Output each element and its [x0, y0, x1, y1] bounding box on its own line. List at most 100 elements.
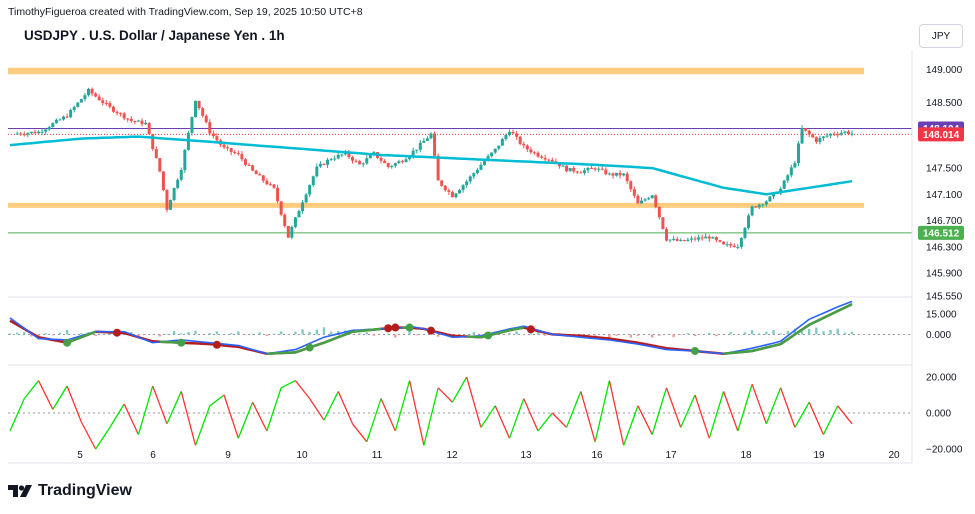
candle: [461, 185, 465, 190]
candle: [97, 96, 101, 101]
macd-histogram-bar: [843, 332, 847, 335]
candle: [536, 152, 540, 157]
macd-cross-marker: [391, 323, 400, 332]
candle: [229, 148, 233, 152]
macd-histogram-bar: [651, 334, 654, 338]
candle: [326, 159, 330, 165]
oscillator-tick-label: 0.000: [926, 409, 951, 420]
macd-cross-marker: [405, 323, 414, 332]
candle: [561, 165, 565, 167]
candle: [158, 158, 162, 172]
candle: [101, 100, 105, 103]
candle: [597, 168, 601, 170]
candle: [829, 133, 833, 136]
macd-histogram-bar: [329, 331, 333, 335]
macd-cross-marker: [305, 343, 314, 352]
price-tick-label: 149.000: [926, 65, 963, 76]
macd-histogram-bar: [408, 331, 411, 335]
candle: [65, 116, 69, 118]
oscillator-segment: [394, 380, 411, 432]
candle: [825, 135, 829, 137]
candle: [340, 154, 344, 156]
candle: [754, 206, 758, 208]
candle: [201, 108, 205, 116]
candle: [804, 128, 808, 131]
macd-cross-marker: [691, 346, 700, 355]
candle: [79, 99, 83, 103]
price-tick-label: 148.500: [926, 98, 963, 109]
candle: [493, 148, 497, 153]
tradingview-logo[interactable]: TradingView: [8, 482, 132, 500]
candle: [550, 159, 554, 162]
candle: [415, 149, 419, 151]
candle: [140, 120, 144, 125]
candle: [265, 180, 269, 185]
candle: [714, 237, 718, 241]
candle: [62, 116, 66, 120]
candle: [504, 134, 508, 139]
oscillator-segment: [623, 405, 639, 446]
candle: [404, 159, 408, 163]
candle: [572, 167, 576, 172]
macd-histogram-bar: [215, 331, 219, 335]
oscillator-segment: [494, 405, 511, 439]
candle: [525, 145, 529, 150]
candle: [83, 95, 87, 100]
candle: [839, 132, 843, 135]
candle: [818, 138, 822, 142]
candle: [425, 138, 429, 141]
oscillator-segment: [580, 391, 596, 442]
macd-histogram-bar: [65, 330, 69, 335]
candle: [358, 161, 362, 165]
macd-histogram-bar: [772, 330, 775, 335]
candle: [243, 159, 247, 165]
candle: [540, 156, 544, 158]
oscillator-segment: [137, 385, 154, 435]
candle: [768, 196, 772, 202]
macd-histogram-bar: [358, 333, 361, 335]
candle: [793, 163, 797, 168]
oscillator-segment: [551, 412, 568, 428]
macd-histogram-bar: [472, 332, 476, 335]
macd-histogram-bar: [836, 328, 839, 335]
oscillator-segment: [152, 385, 168, 425]
macd-histogram-bar: [279, 331, 283, 335]
candle: [136, 120, 140, 122]
candle: [846, 131, 850, 134]
candle: [361, 163, 365, 165]
macd-histogram-bar: [436, 334, 440, 337]
candle: [575, 171, 579, 173]
candle: [729, 244, 733, 246]
oscillator-segment: [808, 401, 825, 435]
macd-histogram-bar: [672, 334, 675, 338]
candle: [258, 174, 262, 176]
oscillator-segment: [480, 405, 496, 428]
tradingview-logo-icon: [8, 485, 32, 497]
price-tick-label: 146.700: [926, 216, 963, 227]
macd-histogram-bar: [758, 333, 761, 335]
macd-histogram-bar: [593, 334, 597, 336]
candle: [54, 119, 58, 124]
candle: [643, 199, 647, 201]
candle: [447, 190, 451, 192]
candle: [725, 244, 729, 246]
candle: [800, 128, 804, 144]
price-tick-label: 147.500: [926, 164, 963, 175]
axes: 149.000 148.500 147.500 147.100 146.700 146.3…: [8, 50, 964, 464]
candle: [194, 100, 198, 117]
candle: [69, 109, 73, 118]
oscillator-segment: [737, 384, 753, 432]
macd-histogram-bar: [608, 334, 611, 338]
candle: [104, 102, 108, 104]
oscillator-segment: [694, 394, 710, 439]
candle: [518, 136, 522, 144]
candle: [183, 149, 187, 171]
macd-histogram-bar: [807, 328, 811, 335]
candle: [811, 134, 815, 138]
candle: [650, 195, 654, 199]
macd-histogram-bar: [194, 330, 197, 335]
macd-histogram-bar: [244, 334, 247, 336]
candle: [108, 103, 112, 107]
candle: [529, 149, 533, 153]
candle: [429, 133, 433, 139]
